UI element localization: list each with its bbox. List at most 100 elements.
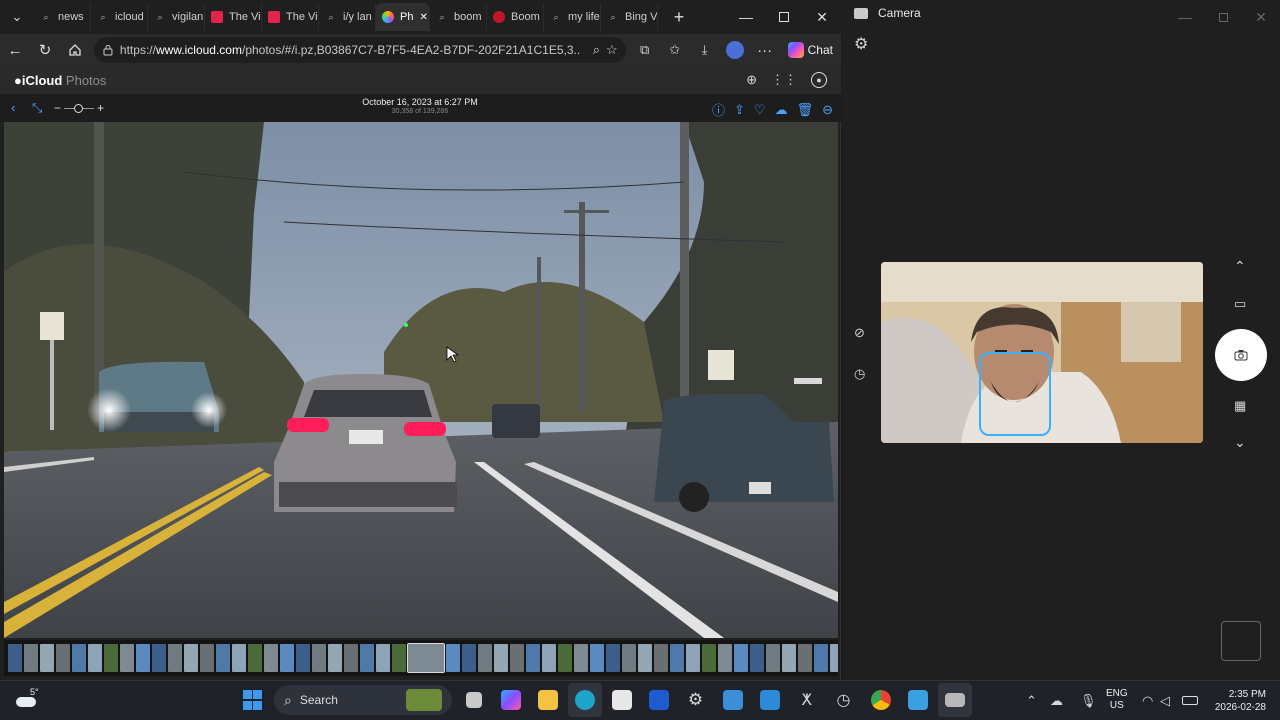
vscode-button[interactable]: [753, 683, 787, 717]
copilot-chat-button[interactable]: Chat: [780, 37, 841, 63]
clock-app-button[interactable]: ◷: [827, 683, 861, 717]
filmstrip-thumbnail[interactable]: [702, 644, 716, 672]
filmstrip-thumbnail[interactable]: [558, 644, 572, 672]
zoom-slider[interactable]: − +: [54, 100, 112, 116]
filmstrip-thumbnail[interactable]: [184, 644, 198, 672]
filmstrip-thumbnail[interactable]: [152, 644, 166, 672]
filmstrip-thumbnail[interactable]: [622, 644, 636, 672]
tab-4[interactable]: The Vi: [262, 3, 319, 31]
share-icon[interactable]: ⇪: [734, 100, 745, 119]
maximize-button[interactable]: [765, 0, 803, 34]
weather-widget[interactable]: 5°: [14, 687, 44, 715]
tray-overflow-icon[interactable]: ⌃: [1026, 693, 1037, 709]
tab-close-icon[interactable]: ✕: [419, 12, 427, 23]
filmstrip-thumbnail[interactable]: [526, 644, 540, 672]
copilot-taskbar-button[interactable]: [494, 683, 528, 717]
start-button[interactable]: [236, 683, 270, 717]
filmstrip-thumbnail[interactable]: [40, 644, 54, 672]
camera-minimize-button[interactable]: —: [1166, 0, 1204, 34]
photo-display[interactable]: [4, 122, 838, 638]
filmstrip-thumbnail[interactable]: [280, 644, 294, 672]
filmstrip-thumbnail[interactable]: [750, 644, 764, 672]
filmstrip-thumbnail[interactable]: [462, 644, 476, 672]
filmstrip-thumbnail[interactable]: [360, 644, 374, 672]
tab-6[interactable]: Ph ✕: [376, 3, 430, 31]
tab-7[interactable]: ⌕ boom: [430, 3, 487, 31]
filmstrip-thumbnail[interactable]: [168, 644, 182, 672]
account-icon[interactable]: ●: [811, 72, 827, 88]
filmstrip-thumbnail[interactable]: [782, 644, 796, 672]
hdr-off-icon[interactable]: ⊘: [854, 325, 865, 341]
microphone-icon[interactable]: 🎙: [1080, 693, 1097, 709]
info-icon[interactable]: ⓘ: [712, 100, 725, 119]
filmstrip-thumbnail[interactable]: [654, 644, 668, 672]
camera-maximize-button[interactable]: [1204, 0, 1242, 34]
new-tab-button[interactable]: +: [662, 0, 696, 34]
filmstrip-thumbnail[interactable]: [718, 644, 732, 672]
filmstrip-thumbnail[interactable]: [814, 644, 828, 672]
trash-icon[interactable]: 🗑: [797, 100, 814, 119]
app-pen-button[interactable]: [642, 683, 676, 717]
qr-scan-icon[interactable]: ▦: [1234, 398, 1246, 414]
filmstrip-thumbnail[interactable]: [376, 644, 390, 672]
tab-10[interactable]: ⌕ Bing V: [601, 3, 658, 31]
filmstrip-thumbnail[interactable]: [232, 644, 246, 672]
capcut-button[interactable]: ⵅ: [790, 683, 824, 717]
zoom-thumb[interactable]: [74, 103, 84, 113]
battery-icon[interactable]: [1182, 696, 1198, 705]
zoom-icon[interactable]: ⌕: [593, 42, 600, 58]
filmstrip-thumbnail[interactable]: [312, 644, 326, 672]
star-icon[interactable]: ☆: [606, 42, 618, 58]
video-mode-icon[interactable]: ▭: [1234, 296, 1246, 312]
filmstrip-thumbnail[interactable]: [344, 644, 358, 672]
filmstrip-thumbnail[interactable]: [446, 644, 460, 672]
tab-2[interactable]: ⌕ vigilan: [148, 3, 205, 31]
filmstrip-thumbnail[interactable]: [830, 644, 838, 672]
filmstrip[interactable]: [4, 640, 838, 676]
filmstrip-thumbnail[interactable]: [590, 644, 604, 672]
gallery-thumbnail-button[interactable]: [1221, 621, 1261, 661]
app-grid-icon[interactable]: ⋮⋮: [771, 72, 797, 88]
filmstrip-thumbnail[interactable]: [606, 644, 620, 672]
tab-1[interactable]: ⌕ icloud: [91, 3, 148, 31]
paint-button[interactable]: [901, 683, 935, 717]
filmstrip-thumbnail[interactable]: [686, 644, 700, 672]
favorites-button[interactable]: ✩: [660, 35, 690, 65]
filmstrip-thumbnail[interactable]: [104, 644, 118, 672]
more-menu-button[interactable]: ···: [750, 35, 780, 65]
tab-5[interactable]: ⌕ i/y lan: [319, 3, 376, 31]
filmstrip-thumbnail[interactable]: [542, 644, 556, 672]
icloud-logo[interactable]: ●iCloud Photos: [14, 73, 106, 88]
wifi-icon[interactable]: ◠: [1142, 693, 1153, 709]
shutter-button[interactable]: [1215, 329, 1267, 381]
profile-button[interactable]: [720, 35, 750, 65]
filmstrip-thumbnail[interactable]: [296, 644, 310, 672]
filmstrip-thumbnail[interactable]: [24, 644, 38, 672]
tab-9[interactable]: ⌕ my life: [544, 3, 601, 31]
download-cloud-icon[interactable]: ☁: [775, 100, 788, 119]
filmstrip-thumbnail[interactable]: [136, 644, 150, 672]
filmstrip-thumbnail[interactable]: [264, 644, 278, 672]
filmstrip-thumbnail[interactable]: [200, 644, 214, 672]
filmstrip-thumbnail[interactable]: [670, 644, 684, 672]
filmstrip-thumbnail[interactable]: [494, 644, 508, 672]
minimize-button[interactable]: —: [727, 0, 765, 34]
store-button[interactable]: [605, 683, 639, 717]
filmstrip-thumbnail[interactable]: [392, 644, 406, 672]
edge-button[interactable]: [567, 683, 602, 717]
language-indicator[interactable]: ENG US: [1106, 688, 1128, 712]
tab-3[interactable]: The Vi: [205, 3, 262, 31]
refresh-button[interactable]: ↻: [30, 35, 60, 65]
tab-8[interactable]: Boom: [487, 3, 544, 31]
settings-button[interactable]: ⚙: [679, 683, 713, 717]
filmstrip-thumbnail[interactable]: [216, 644, 230, 672]
expand-icon[interactable]: ⤡: [32, 100, 42, 116]
tab-actions-button[interactable]: ⌄: [0, 0, 34, 34]
chevron-down-icon[interactable]: ⌄: [1234, 434, 1246, 451]
filmstrip-thumbnail[interactable]: [798, 644, 812, 672]
filmstrip-thumbnail[interactable]: [88, 644, 102, 672]
home-button[interactable]: [60, 35, 90, 65]
filmstrip-thumbnail[interactable]: [72, 644, 86, 672]
task-view-button[interactable]: [457, 683, 491, 717]
address-bar[interactable]: https://www.icloud.com/photos/#/i.pz,B03…: [94, 37, 626, 63]
